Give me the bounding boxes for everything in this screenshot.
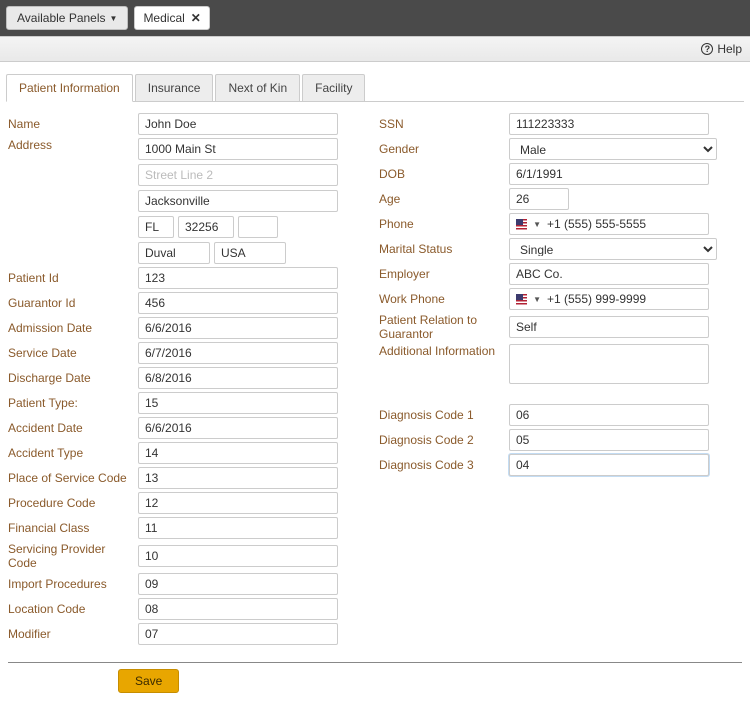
- tab-facility[interactable]: Facility: [302, 74, 365, 102]
- label-diag2: Diagnosis Code 2: [379, 433, 509, 447]
- county-input[interactable]: [138, 242, 210, 264]
- label-marital-status: Marital Status: [379, 242, 509, 256]
- label-import-procedures: Import Procedures: [8, 577, 138, 591]
- label-patient-type: Patient Type:: [8, 396, 138, 410]
- label-diag1: Diagnosis Code 1: [379, 408, 509, 422]
- additional-info-input[interactable]: [509, 344, 709, 384]
- label-service-date: Service Date: [8, 346, 138, 360]
- zip4-input[interactable]: [238, 216, 278, 238]
- label-phone: Phone: [379, 217, 509, 231]
- label-location-code: Location Code: [8, 602, 138, 616]
- label-age: Age: [379, 192, 509, 206]
- guarantor-id-input[interactable]: [138, 292, 338, 314]
- label-accident-date: Accident Date: [8, 421, 138, 435]
- modifier-input[interactable]: [138, 623, 338, 645]
- patient-relation-input[interactable]: [509, 316, 709, 338]
- phone-input[interactable]: [547, 216, 702, 232]
- label-dob: DOB: [379, 167, 509, 181]
- label-diag3: Diagnosis Code 3: [379, 458, 509, 472]
- caret-down-icon: ▼: [533, 220, 541, 229]
- name-input[interactable]: [138, 113, 338, 135]
- caret-down-icon: ▼: [110, 14, 118, 23]
- footer: Save: [8, 662, 742, 703]
- service-date-input[interactable]: [138, 342, 338, 364]
- diag3-input[interactable]: [509, 454, 709, 476]
- street2-input[interactable]: [138, 164, 338, 186]
- diag2-input[interactable]: [509, 429, 709, 451]
- caret-down-icon: ▼: [533, 295, 541, 304]
- save-button[interactable]: Save: [118, 669, 179, 693]
- city-input[interactable]: [138, 190, 338, 212]
- patient-id-input[interactable]: [138, 267, 338, 289]
- label-name: Name: [8, 117, 138, 131]
- label-servicing-provider: Servicing Provider Code: [8, 542, 138, 570]
- label-employer: Employer: [379, 267, 509, 281]
- label-work-phone: Work Phone: [379, 292, 509, 306]
- financial-class-input[interactable]: [138, 517, 338, 539]
- label-gender: Gender: [379, 142, 509, 156]
- label-procedure-code: Procedure Code: [8, 496, 138, 510]
- servicing-provider-input[interactable]: [138, 545, 338, 567]
- diag1-input[interactable]: [509, 404, 709, 426]
- label-modifier: Modifier: [8, 627, 138, 641]
- discharge-date-input[interactable]: [138, 367, 338, 389]
- marital-status-select[interactable]: Single: [509, 238, 717, 260]
- age-input[interactable]: [509, 188, 569, 210]
- open-tab-medical[interactable]: Medical ✕: [134, 6, 209, 30]
- available-panels-dropdown[interactable]: Available Panels ▼: [6, 6, 128, 30]
- tab-insurance[interactable]: Insurance: [135, 74, 214, 102]
- patient-type-input[interactable]: [138, 392, 338, 414]
- label-additional-info: Additional Information: [379, 344, 509, 358]
- zip-input[interactable]: [178, 216, 234, 238]
- topbar: Available Panels ▼ Medical ✕: [0, 0, 750, 36]
- street1-input[interactable]: [138, 138, 338, 160]
- form-right: SSN Gender Male DOB Age Phone ▼ Marital …: [379, 110, 742, 648]
- label-pos-code: Place of Service Code: [8, 471, 138, 485]
- help-label: Help: [717, 42, 742, 56]
- procedure-code-input[interactable]: [138, 492, 338, 514]
- label-address: Address: [8, 138, 138, 152]
- label-patient-id: Patient Id: [8, 271, 138, 285]
- admission-date-input[interactable]: [138, 317, 338, 339]
- gender-select[interactable]: Male: [509, 138, 717, 160]
- close-icon[interactable]: ✕: [191, 11, 201, 25]
- help-icon: ?: [701, 43, 713, 55]
- help-button[interactable]: ? Help: [701, 42, 742, 56]
- work-phone-input[interactable]: [547, 291, 702, 307]
- available-panels-label: Available Panels: [17, 11, 106, 25]
- label-discharge-date: Discharge Date: [8, 371, 138, 385]
- label-guarantor-id: Guarantor Id: [8, 296, 138, 310]
- ssn-input[interactable]: [509, 113, 709, 135]
- us-flag-icon: [516, 294, 527, 305]
- tabs: Patient Information Insurance Next of Ki…: [6, 74, 744, 102]
- state-input[interactable]: [138, 216, 174, 238]
- label-accident-type: Accident Type: [8, 446, 138, 460]
- form: Name Address Patient Id Gua: [0, 102, 750, 656]
- us-flag-icon: [516, 219, 527, 230]
- label-financial-class: Financial Class: [8, 521, 138, 535]
- employer-input[interactable]: [509, 263, 709, 285]
- work-phone-input-wrapper[interactable]: ▼: [509, 288, 709, 310]
- phone-input-wrapper[interactable]: ▼: [509, 213, 709, 235]
- country-input[interactable]: [214, 242, 286, 264]
- tab-next-of-kin[interactable]: Next of Kin: [215, 74, 300, 102]
- accident-type-input[interactable]: [138, 442, 338, 464]
- location-code-input[interactable]: [138, 598, 338, 620]
- accident-date-input[interactable]: [138, 417, 338, 439]
- label-patient-relation: Patient Relation to Guarantor: [379, 313, 509, 341]
- dob-input[interactable]: [509, 163, 709, 185]
- label-admission-date: Admission Date: [8, 321, 138, 335]
- import-procedures-input[interactable]: [138, 573, 338, 595]
- toolbar: ? Help: [0, 36, 750, 62]
- open-tab-label: Medical: [143, 11, 184, 25]
- tab-patient-information[interactable]: Patient Information: [6, 74, 133, 102]
- label-ssn: SSN: [379, 117, 509, 131]
- form-left: Name Address Patient Id Gua: [8, 110, 371, 648]
- pos-code-input[interactable]: [138, 467, 338, 489]
